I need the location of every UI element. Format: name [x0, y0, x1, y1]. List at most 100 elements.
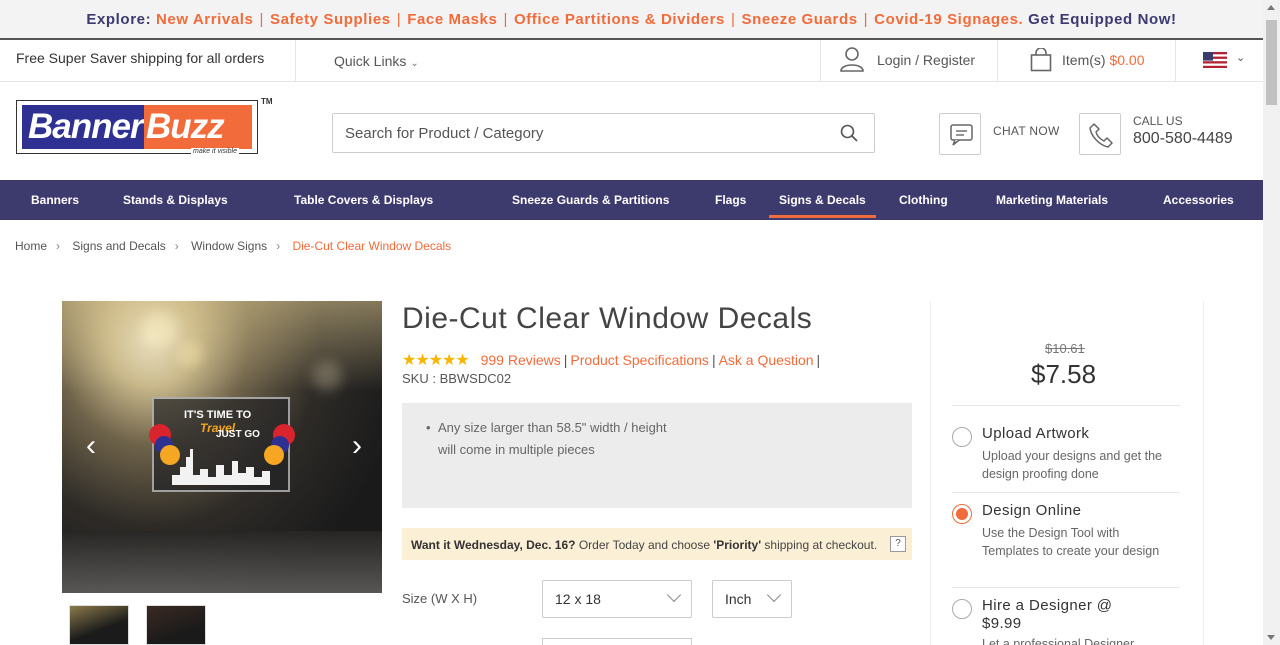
promo-separator: |: [396, 10, 402, 28]
us-flag-icon[interactable]: [1203, 52, 1227, 68]
separator: |: [711, 352, 716, 368]
option-desc: Use the Design Tool with Templates to cr…: [982, 526, 1160, 558]
login-register-link[interactable]: Login / Register: [820, 40, 998, 81]
rating-row: ★★★★★ 999 Reviews | Product Specifications…: [402, 350, 823, 370]
bokeh-light: [177, 341, 203, 367]
shopping-bag-icon: [1030, 48, 1052, 72]
promo-separator: |: [863, 10, 869, 28]
chevron-right-icon: ›: [174, 239, 179, 253]
delivery-text-end: shipping at checkout.: [761, 538, 878, 552]
scroll-up-arrow[interactable]: [1267, 5, 1275, 10]
scrollbar-thumb[interactable]: [1266, 20, 1277, 105]
size-label: Size (W X H): [402, 591, 478, 606]
shipping-notice: Free Super Saver shipping for all orders: [0, 40, 296, 81]
promo-link-face-masks[interactable]: Face Masks: [407, 11, 497, 28]
product-sku: SKU : BBWSDC02: [402, 371, 512, 386]
radio-hire-designer[interactable]: [952, 599, 972, 619]
star-rating-icon: ★★★★★: [402, 352, 470, 369]
breadcrumb-current: Die-Cut Clear Window Decals: [292, 239, 452, 253]
promo-suffix: Get Equipped Now!: [1028, 10, 1177, 28]
window-sill: [62, 531, 382, 593]
call-button[interactable]: [1079, 113, 1121, 155]
promo-link-covid-signages[interactable]: Covid-19 Signages.: [874, 11, 1023, 28]
chevron-down-icon: [666, 587, 682, 603]
chevron-down-icon[interactable]: ⌄: [1236, 51, 1245, 64]
page-scrollbar[interactable]: [1263, 0, 1280, 645]
gallery-thumbnail[interactable]: [69, 605, 129, 645]
cart-label: Item(s) $0.00: [1062, 52, 1145, 68]
delivery-notice: Want it Wednesday, Dec. 16? Order Today …: [402, 528, 912, 560]
nav-item-flags[interactable]: Flags: [715, 180, 746, 220]
promo-link-safety-supplies[interactable]: Safety Supplies: [270, 11, 391, 28]
unit-select-value: Inch: [725, 591, 752, 607]
nav-item-accessories[interactable]: Accessories: [1163, 180, 1234, 220]
promo-separator: |: [259, 10, 264, 28]
divider: [952, 587, 1180, 588]
size-note: Any size larger than 58.5" width / heigh…: [438, 417, 668, 461]
skyline-balloons-graphic: [149, 424, 295, 485]
nav-item-stands-displays[interactable]: Stands & Displays: [123, 180, 228, 220]
gallery-prev-arrow[interactable]: ‹: [86, 431, 96, 461]
logo-tagline: make it visible: [191, 148, 239, 155]
user-icon: [840, 47, 864, 72]
chevron-down-icon: ⌄: [410, 58, 419, 69]
breadcrumb-signs-decals[interactable]: Signs and Decals: [72, 239, 165, 253]
promo-separator: |: [730, 10, 736, 28]
cart-amount: $0.00: [1109, 52, 1145, 68]
divider: [952, 405, 1180, 406]
phone-number[interactable]: 800-580-4489: [1133, 130, 1233, 148]
cart-link[interactable]: Item(s) $0.00: [998, 40, 1176, 81]
search-box: [332, 113, 875, 153]
breadcrumb-window-signs[interactable]: Window Signs: [191, 239, 267, 253]
promo-link-new-arrivals[interactable]: New Arrivals: [156, 11, 254, 28]
quick-links-dropdown[interactable]: Quick Links ⌄: [334, 53, 419, 69]
nav-item-marketing-materials[interactable]: Marketing Materials: [996, 180, 1108, 220]
main-nav: Banners Stands & Displays Table Covers &…: [0, 180, 1263, 220]
chat-button[interactable]: [939, 113, 981, 155]
option-title: Upload Artwork: [982, 425, 1090, 442]
option-desc: Let a professional Designer: [982, 637, 1135, 645]
promo-link-sneeze-guards[interactable]: Sneeze Guards: [741, 11, 857, 28]
chevron-down-icon: [766, 587, 782, 603]
product-specifications-link[interactable]: Product Specifications: [570, 352, 709, 368]
option-desc: Upload your designs and get the design p…: [982, 449, 1162, 481]
logo-part-banner: Banner: [22, 105, 144, 149]
quick-links-label: Quick Links: [334, 53, 407, 69]
call-us-label: CALL US: [1133, 114, 1183, 128]
chat-now-label[interactable]: CHAT NOW: [993, 124, 1060, 138]
search-input[interactable]: [333, 114, 823, 152]
bokeh-light: [312, 361, 342, 391]
chevron-right-icon: ›: [276, 239, 281, 253]
reviews-link[interactable]: 999 Reviews: [481, 352, 561, 368]
product-image-gallery[interactable]: IT'S TIME TO Travel JUST GO ‹ ›: [62, 301, 382, 593]
logo-trademark: TM: [261, 97, 273, 106]
radio-upload-artwork[interactable]: [952, 427, 972, 447]
help-icon[interactable]: ?: [890, 536, 906, 552]
search-icon[interactable]: [840, 124, 858, 142]
nav-item-signs-decals[interactable]: Signs & Decals: [769, 180, 876, 220]
nav-item-table-covers[interactable]: Table Covers & Displays: [294, 180, 433, 220]
nav-item-clothing[interactable]: Clothing: [899, 180, 948, 220]
separator: |: [816, 352, 821, 368]
radio-design-online[interactable]: [952, 504, 972, 524]
breadcrumb-home[interactable]: Home: [15, 239, 47, 253]
promo-link-office-partitions[interactable]: Office Partitions & Dividers: [514, 11, 725, 28]
size-select-value: 12 x 18: [555, 591, 601, 607]
size-select[interactable]: 12 x 18: [542, 580, 692, 618]
bannerbuzz-logo[interactable]: Banner Buzz make it visible TM: [16, 97, 273, 156]
promo-bar: Explore: New Arrivals | Safety Supplies | …: [0, 0, 1263, 38]
gallery-next-arrow[interactable]: ›: [352, 431, 362, 461]
ask-question-link[interactable]: Ask a Question: [719, 352, 814, 368]
option-title: Hire a Designer @ $9.99: [982, 597, 1113, 632]
scroll-down-arrow[interactable]: [1267, 635, 1275, 640]
promo-prefix: Explore:: [86, 10, 152, 28]
bokeh-light: [142, 311, 178, 347]
divider: [952, 492, 1180, 493]
delivery-priority: 'Priority': [713, 538, 762, 552]
promo-separator: |: [503, 10, 508, 28]
gallery-thumbnail[interactable]: [146, 605, 206, 645]
nav-item-sneeze-guards[interactable]: Sneeze Guards & Partitions: [512, 180, 669, 220]
unit-select[interactable]: Inch: [712, 580, 792, 618]
nav-item-banners[interactable]: Banners: [31, 180, 79, 220]
next-select[interactable]: [542, 638, 692, 645]
